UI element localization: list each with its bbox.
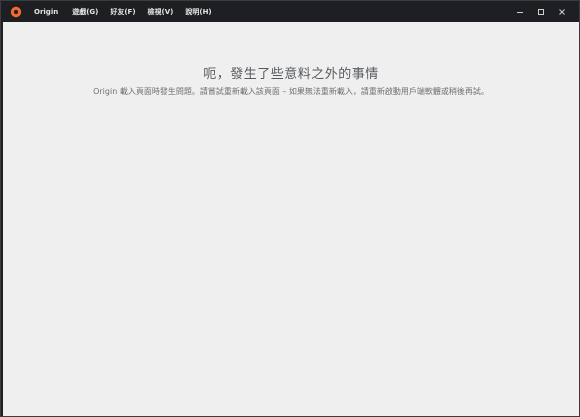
window-controls [509, 2, 572, 22]
menu-item-help[interactable]: 說明(H) [179, 2, 217, 22]
close-icon [558, 9, 565, 15]
maximize-button[interactable] [530, 2, 551, 22]
main-content: 呃，發生了些意料之外的事情 Origin 載入頁面時發生問題。請嘗試重新載入該頁… [3, 22, 579, 416]
menu-item-friends[interactable]: 好友(F) [104, 2, 141, 22]
origin-logo-icon[interactable] [10, 6, 22, 18]
error-title: 呃，發生了些意料之外的事情 [203, 67, 379, 82]
app-window: Origin 遊戲(G) 好友(F) 檢視(V) 說明(H) 呃，發生了些意料之… [0, 0, 580, 417]
error-message: Origin 載入頁面時發生問題。請嘗試重新載入該頁面 – 如果無法重新載入，請… [93, 87, 489, 96]
maximize-icon [537, 9, 544, 15]
minimize-icon [516, 12, 523, 13]
title-bar: Origin 遊戲(G) 好友(F) 檢視(V) 說明(H) [2, 2, 578, 22]
menu-item-view[interactable]: 檢視(V) [142, 2, 180, 22]
close-button[interactable] [551, 2, 572, 22]
minimize-button[interactable] [509, 2, 530, 22]
menu-item-games[interactable]: 遊戲(G) [66, 2, 104, 22]
menu-bar: Origin 遊戲(G) 好友(F) 檢視(V) 說明(H) [32, 2, 218, 22]
menu-item-origin[interactable]: Origin [32, 2, 66, 22]
